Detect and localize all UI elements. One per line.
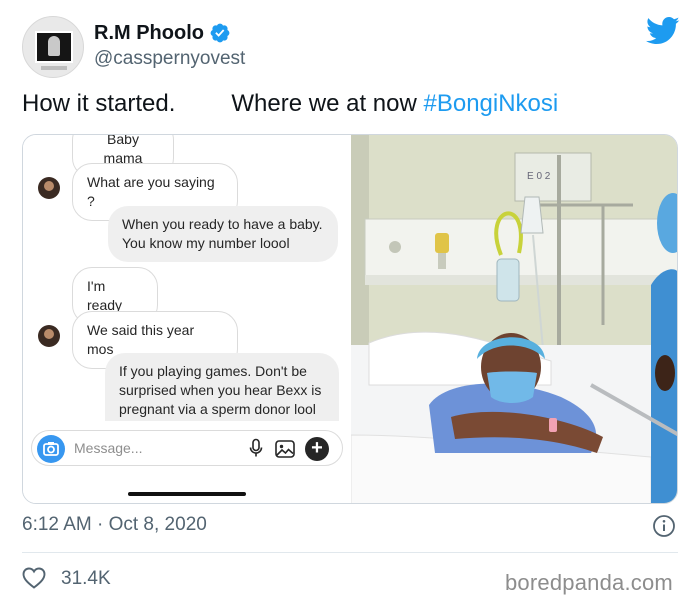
author-name-row: R.M Phoolo (94, 20, 231, 46)
tweet-card: R.M Phoolo @casspernyovest How it starte… (0, 0, 700, 606)
tweet-timestamp[interactable]: 6:12 AM · Oct 8, 2020 (22, 514, 207, 536)
plus-icon[interactable]: + (305, 437, 329, 461)
verified-badge-icon (210, 23, 230, 43)
tweet-text-part1: How it started. (22, 90, 176, 117)
info-icon[interactable] (652, 514, 676, 538)
tweet-media[interactable]: Baby mama What are you saying ? When you… (22, 134, 678, 504)
camera-icon (43, 442, 59, 456)
like-count[interactable]: 31.4K (61, 568, 111, 590)
hospital-scene-illustration: E 0 2 (351, 135, 677, 503)
gallery-icon[interactable] (274, 438, 296, 460)
message-input[interactable]: Message... (74, 440, 142, 456)
hospital-photo: E 0 2 (351, 135, 677, 503)
author-handle[interactable]: @casspernyovest (94, 48, 245, 70)
chat-message-outgoing: When you ready to have a baby. You know … (108, 206, 338, 262)
hashtag-link[interactable]: #BongiNkosi (423, 90, 558, 117)
twitter-bird-icon[interactable] (646, 16, 680, 46)
tweet-text-part2: Where we at now (231, 90, 417, 117)
home-indicator (128, 492, 246, 496)
chat-message-outgoing: If you playing games. Don't be surprised… (105, 353, 339, 421)
microphone-icon[interactable] (246, 438, 266, 458)
chat-screenshot: Baby mama What are you saying ? When you… (23, 135, 351, 503)
watermark: boredpanda.com (505, 570, 673, 595)
author-name[interactable]: R.M Phoolo (94, 22, 204, 45)
heart-icon[interactable] (22, 567, 46, 589)
author-avatar[interactable] (22, 16, 84, 78)
tweet-text: How it started. Where we at now #BongiNko… (22, 90, 558, 118)
camera-button[interactable] (37, 435, 65, 463)
sender-avatar (38, 325, 60, 347)
wall-sign: E 0 2 (527, 171, 551, 182)
sender-avatar (38, 177, 60, 199)
message-composer[interactable]: Message... + (31, 430, 343, 466)
divider (22, 552, 678, 553)
